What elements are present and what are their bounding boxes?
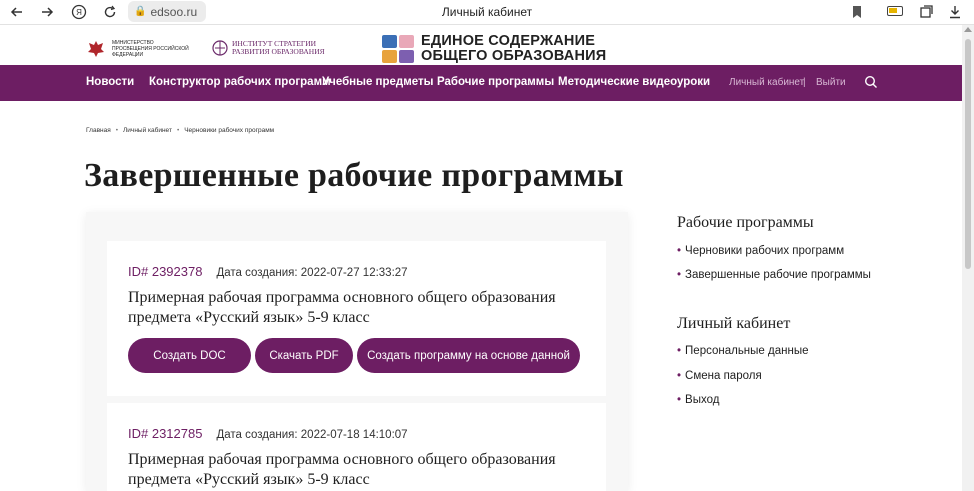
nav-account-link[interactable]: Личный кабинет xyxy=(729,77,804,88)
download-icon[interactable] xyxy=(946,3,964,21)
scroll-up-icon[interactable] xyxy=(964,27,972,32)
bullet-icon: • xyxy=(677,269,682,281)
collections-icon[interactable] xyxy=(917,3,935,21)
program-title: Примерная рабочая программа основного об… xyxy=(128,451,556,488)
logo-tile xyxy=(399,50,414,63)
institute-logo[interactable]: Институт стратегии развития образования xyxy=(212,38,325,58)
search-icon[interactable] xyxy=(864,75,878,89)
breadcrumb-home[interactable]: Главная xyxy=(86,127,111,134)
edsoo-logo-line1: ЕДИНОЕ СОДЕРЖАНИЕ xyxy=(421,33,596,49)
breadcrumb-separator: • xyxy=(115,127,119,134)
program-date: Дата создания: 2022-07-27 12:33:27 xyxy=(216,267,408,279)
main-nav: Новости Конструктор рабочих программ Уче… xyxy=(0,65,962,101)
sidebar-section-title: Личный кабинет xyxy=(677,315,791,332)
sidebar-item-label: Черновики рабочих программ xyxy=(685,245,845,257)
nav-logout-link[interactable]: Выйти xyxy=(816,77,846,88)
program-date: Дата создания: 2022-07-18 14:10:07 xyxy=(216,429,408,441)
create-doc-button[interactable]: Создать DOC xyxy=(128,338,251,373)
page-scrollbar[interactable] xyxy=(962,25,974,491)
browser-toolbar: Я 🔒 edsoo.ru Личный кабинет xyxy=(0,0,974,25)
scrollbar-thumb[interactable] xyxy=(965,39,971,269)
page-title: Завершенные рабочие программы xyxy=(84,157,624,194)
breadcrumb-account[interactable]: Личный кабинет xyxy=(123,127,172,134)
create-based-on-button[interactable]: Создать программу на основе данной xyxy=(357,338,580,373)
bullet-icon: • xyxy=(677,245,682,257)
edsoo-logo[interactable]: ЕДИНОЕ СОДЕРЖАНИЕ ОБЩЕГО ОБРАЗОВАНИЯ xyxy=(382,34,606,64)
battery-icon[interactable] xyxy=(887,6,903,16)
nav-item-constructor[interactable]: Конструктор рабочих программ xyxy=(149,76,331,88)
sidebar-item-change-password[interactable]: • Смена пароля xyxy=(677,370,762,382)
bookmark-icon[interactable] xyxy=(848,3,866,21)
bullet-icon: • xyxy=(677,345,682,357)
edsoo-logo-line2: ОБЩЕГО ОБРАЗОВАНИЯ xyxy=(421,48,607,64)
download-pdf-button[interactable]: Скачать PDF xyxy=(255,338,353,373)
nav-separator: | xyxy=(803,77,806,88)
sidebar-item-label: Персональные данные xyxy=(685,345,809,357)
program-card: ID# 2312785 Дата создания: 2022-07-18 14… xyxy=(107,403,606,491)
logo-tile xyxy=(382,50,397,63)
program-title: Примерная рабочая программа основного об… xyxy=(128,289,556,326)
sidebar-item-logout[interactable]: • Выход xyxy=(677,394,719,406)
program-id: ID# 2312785 xyxy=(128,426,203,441)
nav-item-programs[interactable]: Рабочие программы xyxy=(437,76,554,88)
institute-mark-icon xyxy=(212,38,228,58)
sidebar-item-drafts[interactable]: • Черновики рабочих программ xyxy=(677,245,844,257)
logo-tile xyxy=(382,35,397,48)
breadcrumb-current: Черновики рабочих программ xyxy=(184,127,275,134)
bullet-icon: • xyxy=(677,370,682,382)
program-card: ID# 2392378 Дата создания: 2022-07-27 12… xyxy=(107,241,606,396)
nav-item-subjects[interactable]: Учебные предметы xyxy=(322,76,433,88)
sidebar-item-label: Выход xyxy=(685,394,720,406)
sidebar-section-title: Рабочие программы xyxy=(677,214,814,231)
institute-logo-line2: развития образования xyxy=(232,47,325,56)
eagle-emblem-icon xyxy=(86,40,106,58)
nav-item-video-lessons[interactable]: Методические видеоуроки xyxy=(558,76,710,88)
sidebar-item-label: Завершенные рабочие программы xyxy=(685,269,871,281)
sidebar-item-personal-data[interactable]: • Персональные данные xyxy=(677,345,809,357)
ministry-logo[interactable]: Министерство просвещения Российской Феде… xyxy=(86,40,192,58)
sidebar-item-completed[interactable]: • Завершенные рабочие программы xyxy=(677,269,871,281)
sidebar-item-label: Смена пароля xyxy=(685,370,762,382)
breadcrumb: Главная • Личный кабинет • Черновики раб… xyxy=(86,127,274,134)
ministry-logo-text: Министерство просвещения Российской Феде… xyxy=(112,40,189,58)
logo-tile xyxy=(399,35,414,48)
tab-title: Личный кабинет xyxy=(441,5,533,19)
program-id: ID# 2392378 xyxy=(128,264,203,279)
site-header: Министерство просвещения Российской Феде… xyxy=(0,25,962,65)
bullet-icon: • xyxy=(677,394,682,406)
logo-tiles-icon xyxy=(382,35,414,63)
breadcrumb-separator: • xyxy=(176,127,180,134)
nav-item-news[interactable]: Новости xyxy=(86,76,134,88)
